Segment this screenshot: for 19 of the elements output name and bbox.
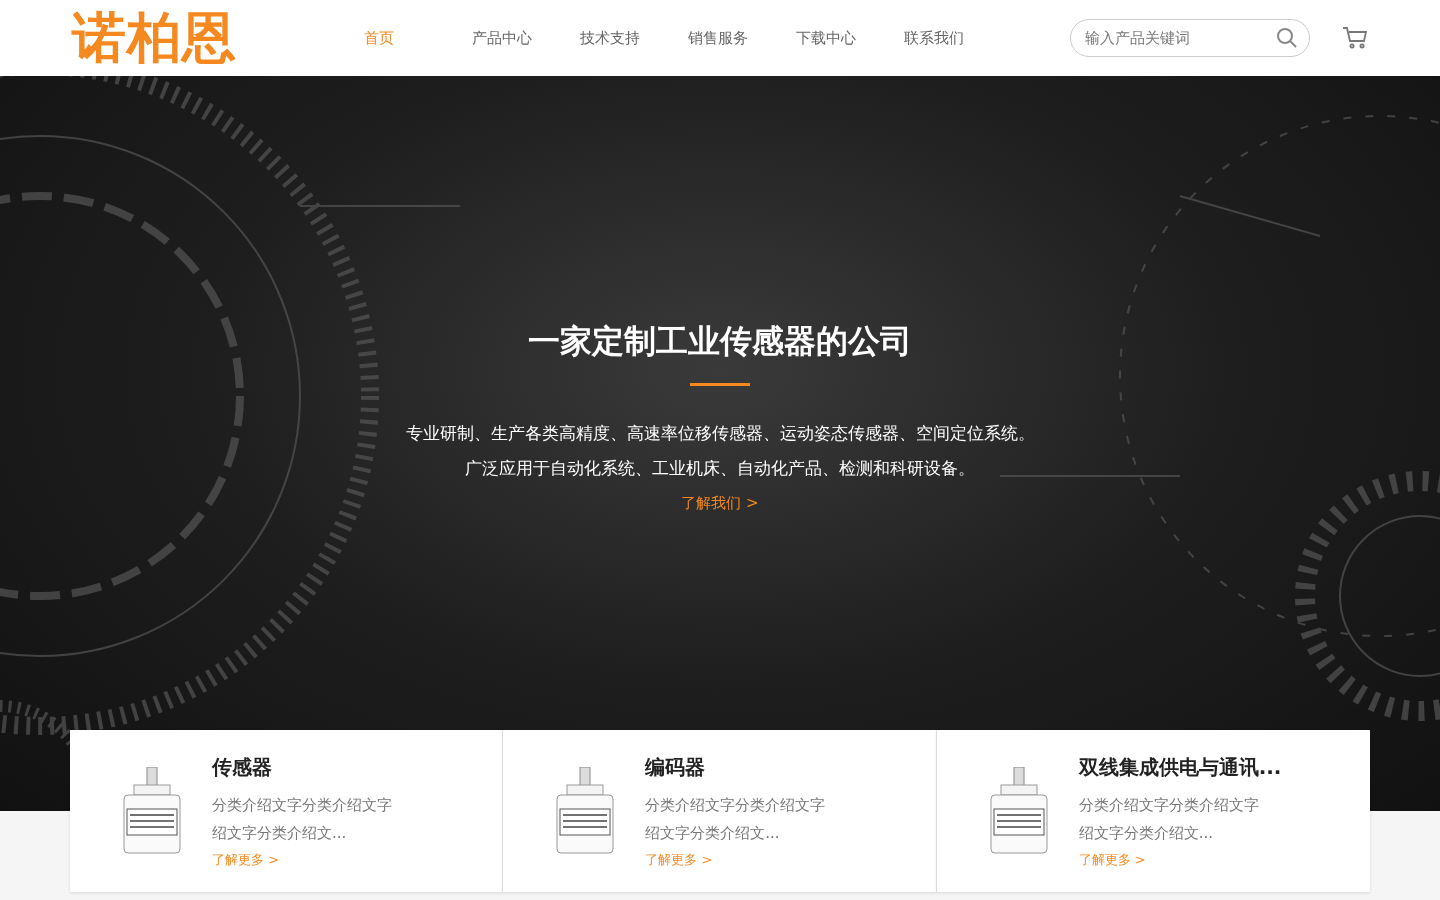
category-description: 分类介绍文字分类介绍文字绍文字分类介绍文... xyxy=(1078,794,1260,844)
nav-link[interactable]: 产品中心 xyxy=(472,28,580,48)
nav-link[interactable]: 下载中心 xyxy=(796,28,904,48)
hero-text: 广泛应用于自动化系统、工业机床、自动化产品、检测和科研设备。 xyxy=(465,457,975,480)
nav-link[interactable]: 技术支持 xyxy=(580,28,688,48)
category-title: 传感器 xyxy=(212,753,273,781)
nav-link[interactable]: 销售服务 xyxy=(688,28,796,48)
hero-text: 专业研制、生产各类高精度、高速率位移传感器、运动姿态传感器、空间定位系统。 xyxy=(405,422,1035,445)
title-underline xyxy=(690,383,750,386)
cart-icon[interactable] xyxy=(1342,26,1368,50)
search-field[interactable]: 输入产品关键词 xyxy=(1070,19,1310,57)
category-title: 双线集成供电与通讯... xyxy=(1078,753,1282,781)
category-description: 分类介绍文字分类介绍文字绍文字分类介绍文... xyxy=(212,794,393,844)
category-title: 编码器 xyxy=(645,753,707,781)
category-description: 分类介绍文字分类介绍文字绍文字分类介绍文... xyxy=(645,794,827,844)
about-link[interactable]: 了解我们 > xyxy=(681,486,759,521)
search-icon[interactable] xyxy=(1276,27,1298,49)
nav-link[interactable]: 联系我们 xyxy=(904,28,1012,48)
hero-title: 一家定制工业传感器的公司 xyxy=(528,321,912,361)
